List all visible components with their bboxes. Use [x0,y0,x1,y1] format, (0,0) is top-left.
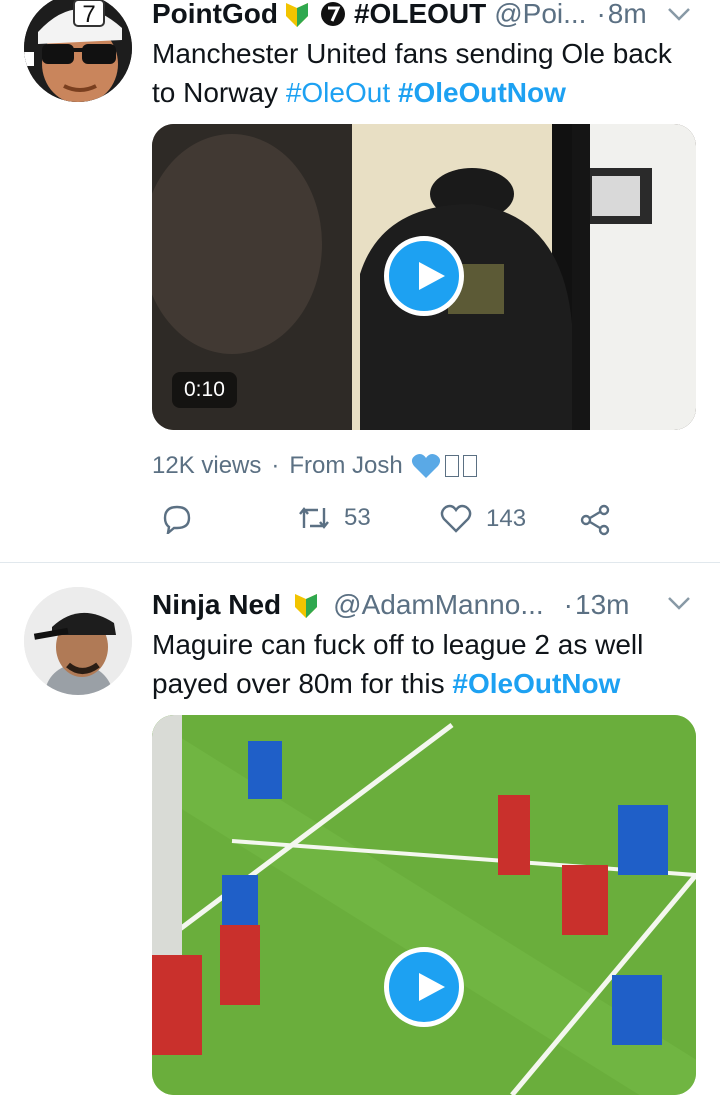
number-seven-icon [320,2,345,26]
profile-photo [24,587,132,695]
view-count: 12K views [152,452,262,479]
separator-dot: · [563,589,573,620]
tweet-text: Maguire can fuck off to league 2 as well… [152,629,644,699]
like-count: 143 [486,505,527,532]
heart-icon [411,454,440,478]
unknown-glyph-icon [462,455,477,477]
tweet-1: 7 PointGod #OLEOUT @Poi... · 8m Manchest… [0,0,720,560]
tweet-text: Manchester United fans sending Ole back … [152,38,672,108]
verified-badge-icon [285,3,308,27]
video-thumbnail [152,715,696,1095]
svg-text:7: 7 [82,1,95,28]
handle[interactable]: @AdamManno... [333,589,544,621]
tweet-actions: 53 143 [152,504,622,544]
verified-badge-icon [295,594,318,618]
chevron-down-icon[interactable] [666,6,692,24]
display-name[interactable]: PointGod [152,0,278,30]
timestamp[interactable]: 8m [608,0,647,30]
hashtag[interactable]: #OleOutNow [398,77,566,108]
separator-dot: · [596,0,606,29]
retweet-button[interactable]: 53 [298,504,371,532]
video-duration: 0:10 [172,372,237,408]
like-button[interactable]: 143 [440,504,526,534]
tweet-2: Ninja Ned @AdamManno... · 13m Maguire ca… [0,563,720,1095]
display-name[interactable]: Ninja Ned [152,589,281,621]
tweet-header: PointGod #OLEOUT @Poi... · 8m [152,0,647,32]
like-icon [440,504,472,533]
hashtag[interactable]: #OleOut [286,77,390,108]
hashtag[interactable]: #OleOutNow [452,668,620,699]
play-icon[interactable] [384,236,464,316]
retweet-icon [299,507,329,529]
share-button[interactable] [580,504,612,536]
separator-dot: · [271,452,280,479]
source-attribution[interactable]: From Josh [289,452,402,480]
reply-icon [163,505,191,534]
unknown-glyph-icon [444,455,459,477]
memoji-avatar-image: 7 [24,0,132,102]
share-icon [580,504,610,536]
tweet-header: Ninja Ned @AdamManno... · 13m [152,587,629,623]
timestamp[interactable]: 13m [575,589,629,621]
video-player[interactable]: 0:10 [152,124,696,430]
avatar-ninja-ned[interactable] [24,587,132,695]
avatar-pointgod[interactable]: 7 [24,0,132,102]
handle[interactable]: @Poi... [494,0,586,30]
video-player[interactable] [152,715,696,1095]
reply-button[interactable] [162,504,192,534]
video-meta: 12K views · From Josh [152,452,477,480]
retweet-count: 53 [344,504,371,531]
play-icon[interactable] [384,947,464,1027]
display-name-extra: #OLEOUT [353,0,487,29]
chevron-down-icon[interactable] [666,595,692,613]
